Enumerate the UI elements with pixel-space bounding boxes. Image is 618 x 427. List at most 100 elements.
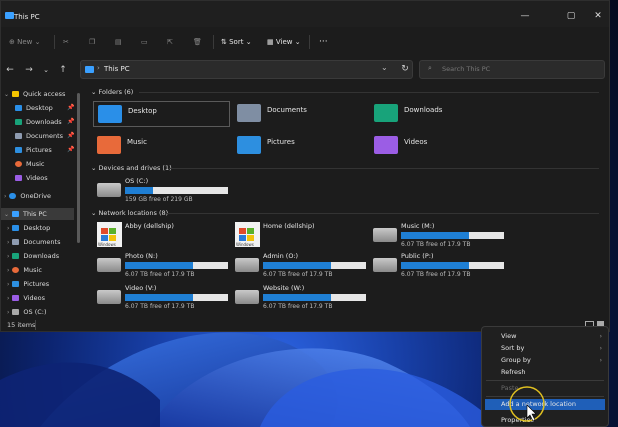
divider xyxy=(169,168,599,169)
breadcrumb: This PC xyxy=(104,65,130,73)
menu-item-add-network-location[interactable]: Add a network location xyxy=(485,399,605,410)
divider xyxy=(139,92,599,93)
more-options-button[interactable]: ··· xyxy=(319,36,328,48)
windows-logo-icon xyxy=(239,235,246,241)
chevron-right-icon: › xyxy=(7,295,10,302)
search-box[interactable]: ⌕ Search This PC xyxy=(419,60,605,79)
network-drive-v[interactable]: Video (V:) 6.07 TB free of 17.9 TB xyxy=(97,284,232,312)
back-arrow-icon[interactable]: ← xyxy=(4,64,16,76)
menu-item-refresh[interactable]: Refresh xyxy=(482,367,608,378)
folder-documents[interactable]: Documents xyxy=(233,101,370,127)
folder-videos[interactable]: Videos xyxy=(370,133,507,159)
search-placeholder: Search This PC xyxy=(442,65,491,73)
drive-name: Music (M:) xyxy=(401,222,435,230)
forward-arrow-icon[interactable]: → xyxy=(23,64,35,76)
chevron-down-icon: ⌄ xyxy=(4,211,10,218)
window-title: This PC xyxy=(14,13,40,21)
sidebar-item-downloads[interactable]: Downloads xyxy=(15,116,62,128)
sidebar-item-pc-desktop[interactable]: › Desktop xyxy=(7,222,50,234)
music-folder-icon xyxy=(97,136,121,154)
storage-bar-fill xyxy=(125,294,193,301)
network-drive-m[interactable]: Music (M:) 6.07 TB free of 17.9 TB xyxy=(373,222,508,250)
chevron-down-icon: ⌄ xyxy=(91,164,97,172)
sidebar-item-desktop[interactable]: Desktop xyxy=(15,102,53,114)
new-button[interactable]: ⊕ New ⌄ xyxy=(9,36,41,48)
network-drive-icon xyxy=(97,258,121,272)
close-icon[interactable]: ✕ xyxy=(592,10,604,22)
menu-item-sort-by[interactable]: Sort by › xyxy=(482,343,608,354)
group-header-devices[interactable]: ⌄ Devices and drives (1) xyxy=(91,164,172,172)
network-abby-dellship[interactable]: Windows Abby (dellship) xyxy=(97,222,232,250)
drive-name: OS (C:) xyxy=(125,177,149,185)
share-icon[interactable]: ⇱ xyxy=(167,36,173,48)
address-bar[interactable]: › This PC ⌄ xyxy=(80,60,413,79)
view-button[interactable]: ▦ View ⌄ xyxy=(267,36,301,48)
network-drive-w[interactable]: Website (W:) 6.07 TB free of 17.9 TB xyxy=(235,284,370,312)
sidebar-item-documents[interactable]: Documents xyxy=(15,130,63,142)
minimize-icon[interactable]: — xyxy=(519,10,531,22)
drive-name: Public (P:) xyxy=(401,252,434,260)
menu-item-view[interactable]: View › xyxy=(482,331,608,342)
sidebar-item-label: Desktop xyxy=(23,224,51,232)
network-drive-o[interactable]: Admin (O:) 6.07 TB free of 17.9 TB xyxy=(235,252,370,280)
music-icon xyxy=(12,267,20,273)
folder-pictures[interactable]: Pictures xyxy=(233,133,370,159)
paste-icon[interactable]: ▤ xyxy=(115,36,122,48)
menu-item-group-by[interactable]: Group by › xyxy=(482,355,608,366)
group-header-folders[interactable]: ⌄ Folders (6) xyxy=(91,88,133,96)
sidebar-item-label: Videos xyxy=(23,294,46,302)
menu-item-paste[interactable]: Paste xyxy=(482,383,608,394)
cut-icon[interactable]: ✂ xyxy=(63,36,69,48)
view-label: View xyxy=(275,38,293,46)
copy-icon[interactable]: ❐ xyxy=(89,36,95,48)
sidebar-item-this-pc[interactable]: ⌄ This PC xyxy=(1,208,74,220)
sidebar-item-pc-music[interactable]: › Music xyxy=(7,264,42,276)
sidebar-item-pc-pictures[interactable]: › Pictures xyxy=(7,278,49,290)
chevron-down-icon: ⌄ xyxy=(245,38,252,46)
sort-button[interactable]: ⇅ Sort ⌄ xyxy=(221,36,252,48)
folder-music[interactable]: Music xyxy=(93,133,230,159)
sidebar-item-label: Downloads xyxy=(23,252,60,260)
windows-logo-icon xyxy=(101,228,108,234)
chevron-right-icon: › xyxy=(599,345,602,352)
sidebar-item-quick-access[interactable]: ⌄ Quick access xyxy=(4,88,65,100)
rename-icon[interactable]: ▭ xyxy=(141,36,148,48)
sidebar-item-pc-downloads[interactable]: › Downloads xyxy=(7,250,59,262)
chevron-right-icon: › xyxy=(7,225,10,232)
sidebar-item-pc-videos[interactable]: › Videos xyxy=(7,292,45,304)
free-space-text: 159 GB free of 219 GB xyxy=(125,196,193,203)
music-icon xyxy=(15,161,22,167)
folder-desktop[interactable]: Desktop xyxy=(93,101,230,127)
chevron-down-icon[interactable]: ⌄ xyxy=(381,63,388,72)
desktop-icon xyxy=(15,105,22,111)
windows-computer-icon: Windows xyxy=(97,222,122,247)
sidebar-item-pictures[interactable]: Pictures xyxy=(15,144,52,156)
delete-icon[interactable]: 🗑 xyxy=(193,36,202,48)
sidebar-item-onedrive[interactable]: › OneDrive xyxy=(4,190,51,202)
network-drive-p[interactable]: Public (P:) 6.07 TB free of 17.9 TB xyxy=(373,252,508,280)
desktop-folder-icon xyxy=(98,105,122,123)
up-arrow-icon[interactable]: ↑ xyxy=(57,64,69,76)
network-drive-n[interactable]: Photo (N:) 6.07 TB free of 17.9 TB xyxy=(97,252,232,280)
pin-icon: 📌 xyxy=(67,118,75,125)
sidebar-item-videos[interactable]: Videos xyxy=(15,172,48,184)
location-name: Abby (dellship) xyxy=(125,222,174,230)
folder-downloads[interactable]: Downloads xyxy=(370,101,507,127)
search-icon: ⌕ xyxy=(428,64,432,72)
chevron-down-icon[interactable]: ⌄ xyxy=(40,64,52,76)
sidebar-item-os-c[interactable]: › OS (C:) xyxy=(7,306,47,318)
sidebar-item-pc-documents[interactable]: › Documents xyxy=(7,236,60,248)
maximize-icon[interactable]: ▢ xyxy=(565,10,577,22)
storage-bar xyxy=(263,262,366,269)
videos-folder-icon xyxy=(374,136,398,154)
network-home-dellship[interactable]: Windows Home (dellship) xyxy=(235,222,370,250)
storage-bar-fill xyxy=(263,262,331,269)
pin-icon: 📌 xyxy=(67,132,75,139)
menu-item-properties[interactable]: Properties xyxy=(482,415,608,426)
drive-os-c[interactable]: OS (C:) 159 GB free of 219 GB xyxy=(97,177,232,203)
group-header-network[interactable]: ⌄ Network locations (8) xyxy=(91,209,168,217)
windows-logo-icon xyxy=(101,235,108,241)
sidebar-scrollbar[interactable] xyxy=(77,93,80,243)
refresh-icon[interactable]: ↻ xyxy=(399,63,411,75)
sidebar-item-music[interactable]: Music xyxy=(15,158,45,170)
